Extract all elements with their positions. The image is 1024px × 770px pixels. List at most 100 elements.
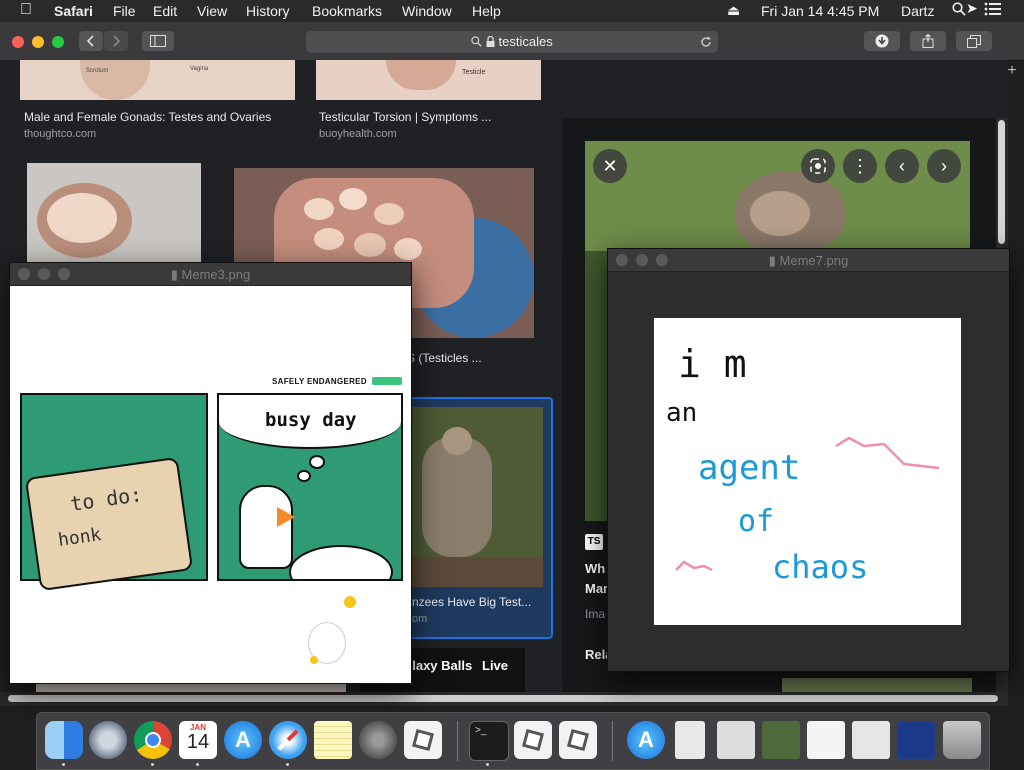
- zoom-window-button[interactable]: [52, 36, 64, 48]
- result-image-anatomy[interactable]: [27, 163, 201, 263]
- site-badge: TS: [585, 534, 603, 550]
- scrollbar-thumb[interactable]: [8, 695, 998, 702]
- window-title: Meme7.png: [779, 253, 849, 268]
- detail-title-line2[interactable]: Mar: [585, 581, 608, 596]
- dock-divider: [612, 721, 613, 761]
- lens-icon[interactable]: [801, 149, 835, 183]
- lock-icon: [486, 32, 495, 54]
- minimize-window-button[interactable]: [32, 36, 44, 48]
- app-store-icon[interactable]: A: [224, 721, 262, 759]
- result-source[interactable]: buoyhealth.com: [319, 128, 397, 140]
- forward-button[interactable]: [104, 31, 128, 51]
- document-stack-icon[interactable]: [675, 721, 705, 759]
- minimized-window-thumbnail[interactable]: [852, 721, 890, 759]
- preview-window-meme3[interactable]: ▮ Meme3.png SAFELY ENDANGERED to do: hon…: [9, 262, 412, 684]
- back-button[interactable]: [79, 31, 103, 51]
- result-card-selected[interactable]: nzees Have Big Test... om: [400, 397, 553, 639]
- previous-image-icon[interactable]: ‹: [885, 149, 919, 183]
- menu-edit[interactable]: Edit: [153, 3, 177, 19]
- launchpad-icon[interactable]: [89, 721, 127, 759]
- search-icon: [471, 32, 482, 54]
- result-image-text: alaxy Balls: [405, 658, 473, 673]
- minimized-window-thumbnail[interactable]: [717, 721, 755, 759]
- menu-clock[interactable]: Fri Jan 14 4:45 PM: [761, 3, 879, 19]
- minimized-window-thumbnail[interactable]: [897, 721, 935, 759]
- menu-window[interactable]: Window: [402, 3, 452, 19]
- comic-brand: SAFELY ENDANGERED: [272, 377, 367, 386]
- comic-panel-1: to do: honk: [20, 393, 208, 592]
- detail-source: Ima: [585, 607, 606, 621]
- menu-file[interactable]: File: [113, 3, 136, 19]
- result-source[interactable]: thoughtco.com: [24, 128, 96, 140]
- sidebar-toggle-button[interactable]: [142, 31, 174, 51]
- apple-icon[interactable]: : [20, 1, 32, 19]
- goose-beak: [277, 507, 295, 527]
- more-options-icon[interactable]: ⋮: [843, 149, 877, 183]
- tab-overview-button[interactable]: [956, 31, 992, 51]
- running-indicator: [486, 763, 489, 766]
- scribble-marks: [675, 436, 940, 572]
- menu-app-name[interactable]: Safari: [54, 3, 93, 19]
- safari-icon[interactable]: [269, 721, 307, 759]
- system-preferences-icon[interactable]: [359, 721, 397, 759]
- eject-icon[interactable]: ⏏: [727, 2, 740, 19]
- running-indicator: [151, 763, 154, 766]
- diagram-label-testicle: Testicle: [462, 69, 486, 76]
- downloads-button[interactable]: [864, 31, 900, 51]
- menu-bookmarks[interactable]: Bookmarks: [312, 3, 382, 19]
- trash-icon[interactable]: [943, 721, 981, 759]
- result-caption[interactable]: Male and Female Gonads: Testes and Ovari…: [24, 110, 271, 124]
- result-image-gonads[interactable]: Scrotum Vagina: [20, 60, 295, 100]
- reload-icon[interactable]: [700, 31, 712, 55]
- result-image-torsion[interactable]: Testicle: [316, 60, 541, 100]
- result-image-monkey[interactable]: [412, 407, 543, 587]
- running-indicator: [196, 763, 199, 766]
- file-icon: ▮: [170, 267, 182, 282]
- calendar-icon[interactable]: JAN 14: [179, 721, 217, 759]
- brand-badge: [372, 377, 402, 385]
- mouse-cursor-icon: ➤: [966, 0, 978, 16]
- horizontal-scrollbar[interactable]: [0, 692, 1008, 706]
- minimized-window-thumbnail[interactable]: [762, 721, 800, 759]
- close-window-button[interactable]: [12, 36, 24, 48]
- next-image-icon[interactable]: ›: [927, 149, 961, 183]
- preview-window-meme7[interactable]: ▮ Meme7.png i m an agent of chaos: [607, 248, 1010, 672]
- menu-view[interactable]: View: [197, 3, 227, 19]
- window-titlebar[interactable]: ▮ Meme7.png: [608, 249, 1009, 272]
- calendar-day: 14: [186, 731, 210, 753]
- menu-help[interactable]: Help: [472, 3, 501, 19]
- address-bar[interactable]: testicales: [306, 31, 718, 53]
- result-caption[interactable]: S (Testicles ...: [407, 351, 482, 365]
- result-caption[interactable]: Testicular Torsion | Symptoms ...: [319, 110, 491, 124]
- roblox-studio-icon[interactable]: [514, 721, 552, 759]
- spotlight-search-icon[interactable]: [952, 2, 966, 19]
- menu-history[interactable]: History: [246, 3, 290, 19]
- minimized-window-thumbnail[interactable]: [807, 721, 845, 759]
- diagram-label-vagina: Vagina: [190, 66, 209, 72]
- window-titlebar[interactable]: ▮ Meme3.png: [10, 263, 411, 286]
- detail-title[interactable]: Wh: [585, 561, 605, 576]
- dock: JAN 14 A >_ A: [36, 712, 990, 770]
- finder-icon[interactable]: [45, 721, 83, 759]
- running-indicator: [286, 763, 289, 766]
- browser-toolbar: testicales +: [0, 22, 1024, 79]
- diagram-label-scrotum: Scrotum: [86, 68, 109, 74]
- result-source[interactable]: om: [412, 613, 427, 625]
- share-button[interactable]: [910, 31, 946, 51]
- notes-icon[interactable]: [314, 721, 352, 759]
- meme-image: SAFELY ENDANGERED to do: honk busy day: [10, 286, 411, 683]
- roblox-player-icon[interactable]: [559, 721, 597, 759]
- result-caption[interactable]: nzees Have Big Test...: [412, 595, 531, 609]
- busy-day-text: busy day: [265, 409, 357, 431]
- running-indicator: [62, 763, 65, 766]
- close-icon[interactable]: ✕: [593, 149, 627, 183]
- notification-center-icon[interactable]: [984, 2, 1002, 19]
- menu-bar:  Safari File Edit View History Bookmark…: [0, 0, 1024, 22]
- menu-user[interactable]: Dartz: [901, 3, 934, 19]
- terminal-icon[interactable]: >_: [469, 721, 509, 761]
- related-image[interactable]: [782, 678, 972, 692]
- roblox-icon[interactable]: [404, 721, 442, 759]
- app-store-downloads-icon[interactable]: A: [627, 721, 665, 759]
- scrollbar-thumb[interactable]: [998, 120, 1005, 244]
- chrome-icon[interactable]: [134, 721, 172, 759]
